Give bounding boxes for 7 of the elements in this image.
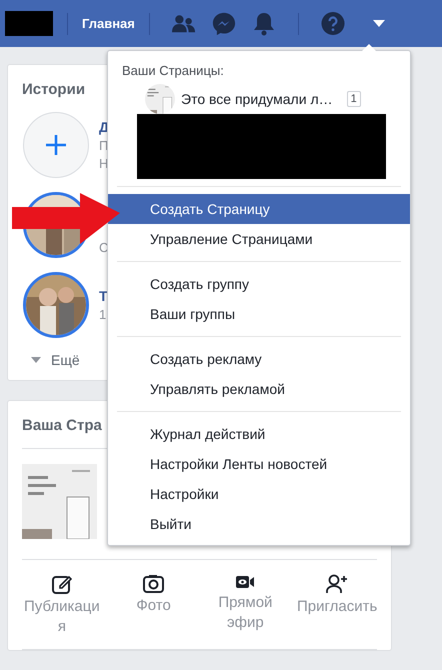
story-title: Т xyxy=(99,288,108,304)
story-subtitle: С xyxy=(99,240,108,254)
card-title: Ваша Стра xyxy=(22,417,102,434)
card-title: Истории xyxy=(22,81,86,98)
story-subtitle: 1 xyxy=(99,307,108,322)
count-badge: 1 xyxy=(346,91,361,107)
menu-header: Ваши Страницы: xyxy=(121,63,225,80)
